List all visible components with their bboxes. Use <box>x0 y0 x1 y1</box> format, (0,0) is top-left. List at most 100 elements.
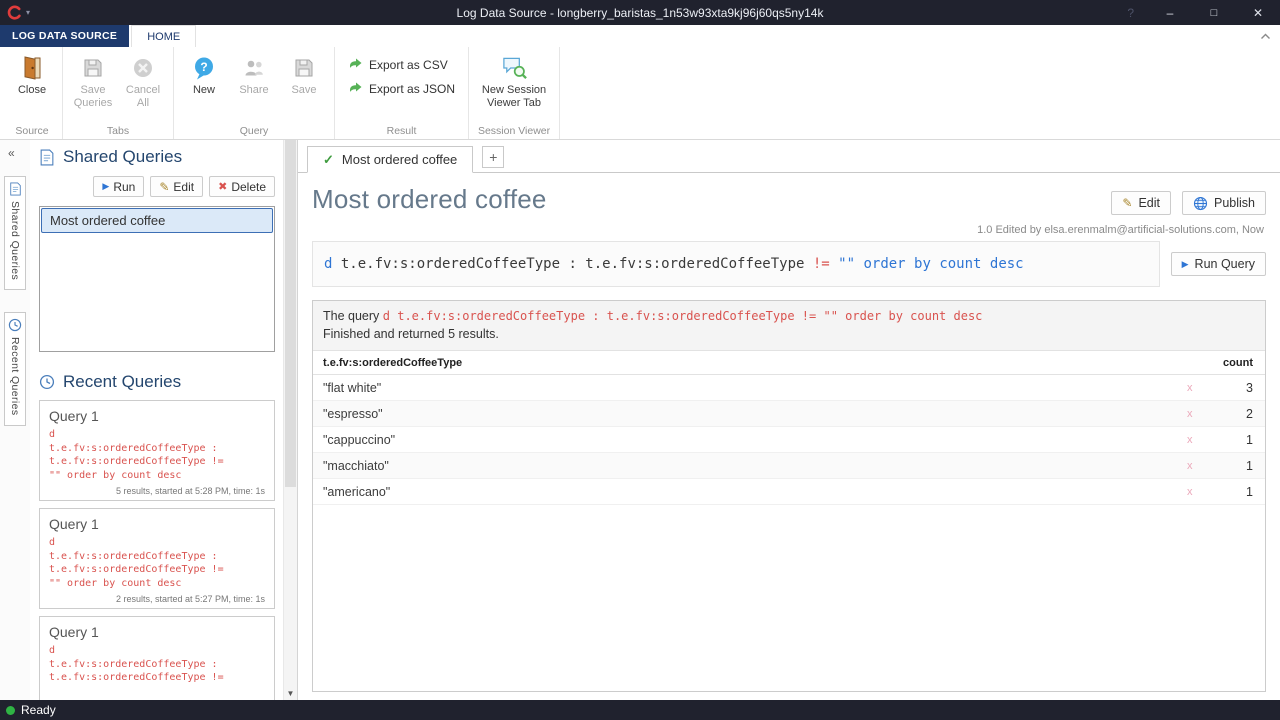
vertical-tab-label: Recent Queries <box>9 337 21 416</box>
minimize-button[interactable]: – <box>1148 0 1192 25</box>
group-label-tabs: Tabs <box>63 125 173 137</box>
result-row: "macchiato" x 1 <box>313 453 1265 479</box>
pencil-icon: ✎ <box>1122 196 1132 210</box>
delete-label: Delete <box>231 180 266 194</box>
query-echo-prefix: The query <box>323 309 383 323</box>
recent-query-card[interactable]: Query 1 dt.e.fv:s:orderedCoffeeType :t.e… <box>39 508 275 609</box>
save-icon <box>291 54 318 81</box>
results-table: "flat white" x 3 "espresso" x 2 "cappucc… <box>313 375 1265 505</box>
row-remove-icon[interactable]: x <box>1187 434 1217 446</box>
delete-icon: ✖ <box>218 180 227 193</box>
recent-query-text: dt.e.fv:s:orderedCoffeeType :t.e.fv:s:or… <box>49 428 265 482</box>
svg-text:?: ? <box>200 59 207 73</box>
query-echo: d t.e.fv:s:orderedCoffeeType : t.e.fv:s:… <box>383 309 983 323</box>
collapse-panel-icon[interactable]: « <box>0 146 15 160</box>
result-value: "cappuccino" <box>323 433 1187 447</box>
scroll-down-icon[interactable]: ▼ <box>284 689 297 698</box>
add-tab-button[interactable]: + <box>482 146 504 168</box>
result-value: "flat white" <box>323 381 1187 395</box>
new-session-viewer-tab-button[interactable]: New Session Viewer Tab <box>474 50 554 113</box>
row-remove-icon[interactable]: x <box>1187 408 1217 420</box>
vertical-tab-shared-queries[interactable]: Shared Queries <box>4 176 26 290</box>
recent-query-card[interactable]: Query 1 dt.e.fv:s:orderedCoffeeType :t.e… <box>39 400 275 501</box>
door-icon <box>19 54 46 81</box>
share-people-icon <box>241 54 268 81</box>
window-controls: ? – □ ✕ <box>1127 0 1280 25</box>
tab-most-ordered-coffee[interactable]: ✓ Most ordered coffee <box>307 146 473 173</box>
maximize-button[interactable]: □ <box>1192 0 1236 25</box>
scrollbar-thumb[interactable] <box>285 140 296 487</box>
close-source-button[interactable]: Close <box>7 50 57 101</box>
shared-queries-list[interactable]: Most ordered coffee <box>39 206 275 352</box>
query-token: "" <box>838 256 863 272</box>
run-query-button[interactable]: ▶ Run Query <box>1171 252 1266 276</box>
result-count: 1 <box>1217 459 1253 473</box>
recent-query-text: dt.e.fv:s:orderedCoffeeType :t.e.fv:s:or… <box>49 536 265 590</box>
query-token: t.e.fv:s:orderedCoffeeType <box>341 256 569 272</box>
group-label-session-viewer: Session Viewer <box>469 125 559 137</box>
log-data-source-window: ▾ Log Data Source - longberry_baristas_1… <box>0 0 1280 720</box>
share-query-label: Share <box>239 84 268 97</box>
query-document: Most ordered coffee ✎ Edit <box>298 173 1280 700</box>
edit-query-button[interactable]: ✎ Edit <box>1111 191 1171 215</box>
run-icon: ▶ <box>1182 259 1189 270</box>
close-window-button[interactable]: ✕ <box>1236 0 1280 25</box>
check-icon: ✓ <box>323 152 334 168</box>
recent-query-meta <box>49 689 265 699</box>
row-remove-icon[interactable]: x <box>1187 486 1217 498</box>
status-text: Ready <box>21 703 56 717</box>
query-echo-line: The query d t.e.fv:s:orderedCoffeeType :… <box>323 309 1255 323</box>
cancel-all-button[interactable]: Cancel All <box>118 50 168 113</box>
share-query-button[interactable]: Share <box>229 50 279 101</box>
shared-queries-icon <box>39 149 55 166</box>
sidebar-scrollbar[interactable]: ▼ <box>283 140 297 700</box>
publish-button[interactable]: Publish <box>1182 191 1266 215</box>
save-icon <box>80 54 107 81</box>
group-label-result: Result <box>335 125 468 137</box>
query-input[interactable]: d t.e.fv:s:orderedCoffeeType : t.e.fv:s:… <box>312 241 1160 287</box>
save-queries-button[interactable]: Save Queries <box>68 50 118 113</box>
run-icon: ▶ <box>102 181 109 192</box>
status-bar: Ready <box>0 700 1280 720</box>
recent-queries-icon <box>39 374 55 390</box>
edit-button[interactable]: ✎ Edit <box>150 176 203 197</box>
save-query-button[interactable]: Save <box>279 50 329 101</box>
delete-button[interactable]: ✖ Delete <box>209 176 275 197</box>
result-status: Finished and returned 5 results. <box>323 327 1255 341</box>
vertical-tab-recent-queries[interactable]: Recent Queries <box>4 312 26 426</box>
export-csv-button[interactable]: Export as CSV <box>344 56 459 73</box>
recent-query-meta: 5 results, started at 5:28 PM, time: 1s <box>49 486 265 496</box>
app-menu[interactable]: ▾ <box>0 5 30 20</box>
run-label: Run <box>113 180 135 194</box>
result-row: "americano" x 1 <box>313 479 1265 505</box>
ribbon-group-session-viewer: New Session Viewer Tab Session Viewer <box>469 47 560 139</box>
new-query-icon: ? <box>191 54 218 81</box>
result-row: "espresso" x 2 <box>313 401 1265 427</box>
shared-queries-header: Shared Queries <box>39 147 277 167</box>
row-remove-icon[interactable]: x <box>1187 382 1217 394</box>
run-button[interactable]: ▶ Run <box>93 176 144 197</box>
pencil-icon: ✎ <box>159 180 169 194</box>
new-query-label: New <box>193 84 215 97</box>
shared-query-item[interactable]: Most ordered coffee <box>41 208 273 233</box>
recent-query-title: Query 1 <box>49 516 265 532</box>
ribbon-tab-row: LOG DATA SOURCE HOME <box>0 25 1280 47</box>
column-count: count <box>1217 357 1253 369</box>
run-query-label: Run Query <box>1195 257 1255 271</box>
help-icon[interactable]: ? <box>1127 6 1134 20</box>
export-json-label: Export as JSON <box>369 82 455 96</box>
edit-label: Edit <box>173 180 194 194</box>
results-summary: The query d t.e.fv:s:orderedCoffeeType :… <box>313 301 1265 351</box>
tab-home[interactable]: HOME <box>131 25 196 47</box>
row-remove-icon[interactable]: x <box>1187 460 1217 472</box>
ribbon-group-source: Close Source <box>2 47 63 139</box>
globe-icon <box>1193 196 1208 211</box>
result-value: "macchiato" <box>323 459 1187 473</box>
export-json-button[interactable]: Export as JSON <box>344 80 459 97</box>
collapse-ribbon-icon[interactable] <box>1260 28 1271 43</box>
new-query-button[interactable]: ? New <box>179 50 229 101</box>
edit-label: Edit <box>1138 196 1160 210</box>
recent-query-card[interactable]: Query 1 dt.e.fv:s:orderedCoffeeType :t.e… <box>39 616 275 700</box>
tab-log-data-source[interactable]: LOG DATA SOURCE <box>0 25 129 47</box>
cancel-all-label: Cancel All <box>119 84 167 109</box>
